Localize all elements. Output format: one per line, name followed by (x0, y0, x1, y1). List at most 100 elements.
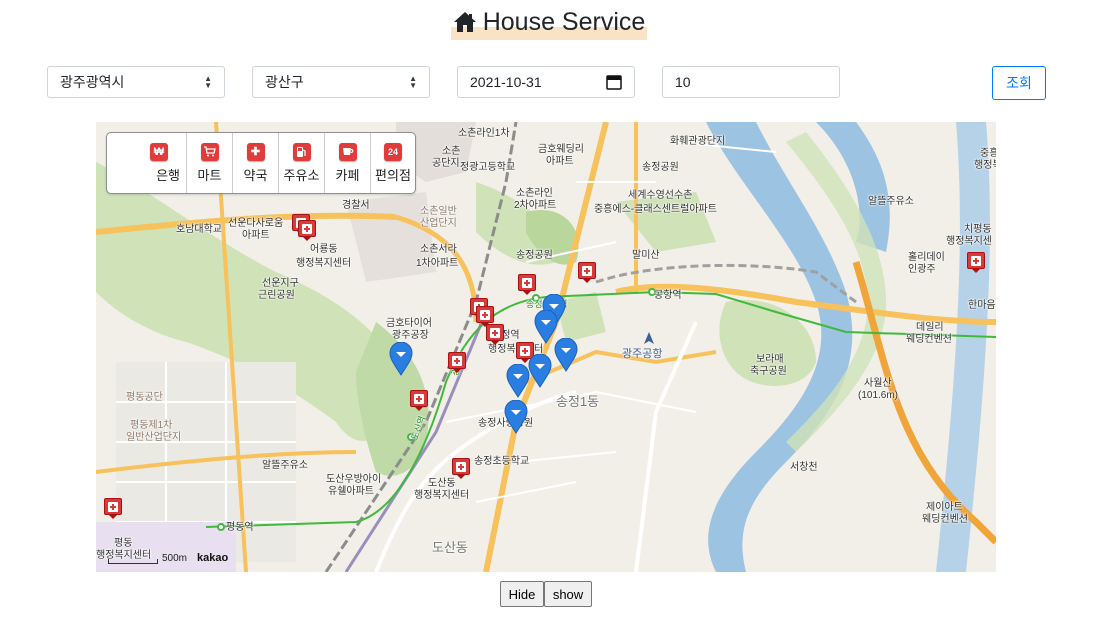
map-label: 선운다사로움 (228, 218, 284, 229)
count-input[interactable]: 10 (662, 66, 840, 98)
calendar-icon[interactable] (606, 74, 622, 90)
category-cafe[interactable]: 카페 (325, 133, 371, 193)
map-label: 도산동 (428, 478, 456, 489)
map-label: 평동공단 (126, 392, 163, 403)
title-wrap: House Service (450, 6, 648, 40)
category-label: 카페 (335, 167, 360, 183)
district-select[interactable]: 광산구 ▲ ▼ (252, 66, 430, 98)
city-select[interactable]: 광주광역시 ▲ ▼ (47, 66, 225, 98)
map-label: 선운지구 (262, 278, 299, 289)
pharmacy-marker[interactable] (448, 352, 466, 373)
city-select-value: 광주광역시 (60, 74, 125, 90)
map-label: 광주공장 (392, 330, 429, 341)
map-label: 도산우방아이 (326, 474, 382, 485)
kakao-logo: kakao (197, 552, 229, 564)
house-icon (453, 12, 476, 32)
map-label: 근린공원 (258, 290, 295, 301)
map-label: 송정공원 (516, 250, 553, 261)
house-marker[interactable] (506, 364, 530, 398)
show-button[interactable]: show (544, 581, 592, 607)
map-label: 화훼관광단지 (670, 136, 726, 147)
map-label: 공단지 (432, 158, 460, 169)
map-label: 중흥에스-클래스센트럴아파트 (594, 204, 717, 215)
pharmacy-marker[interactable] (104, 498, 122, 519)
map-label: 제이아트 (926, 502, 963, 513)
map-label: 데일리 (916, 322, 944, 333)
map-label: 중흥 (980, 148, 996, 159)
map-label: 어룡동 (310, 244, 338, 255)
map-label: 유쉘아파트 (328, 486, 374, 497)
map-label: 아파트 (242, 230, 270, 241)
convenience-store-icon: 24 (384, 142, 402, 161)
house-marker[interactable] (504, 400, 528, 434)
hide-button[interactable]: Hide (500, 581, 544, 607)
query-button[interactable]: 조회 (992, 66, 1046, 100)
map-label: (101.6m) (858, 390, 899, 401)
category-label: 은행 (156, 167, 180, 183)
map[interactable]: 소촌라인1차 소촌 공단지 정광고등학교 금호웨딩리 아파트 화훼관광단지 송정… (96, 122, 996, 572)
map-label: 금호타이어 (386, 318, 432, 329)
select-arrows-icon: ▲ ▼ (409, 74, 417, 90)
map-label: 사월산 (864, 378, 892, 389)
pharmacy-marker[interactable] (476, 306, 494, 327)
map-label: 웨딩컨벤션 (922, 514, 968, 525)
date-input-value: 2021-10-31 (470, 74, 542, 90)
pharmacy-marker[interactable] (518, 274, 536, 295)
scale-label: 500m (162, 553, 188, 564)
select-arrows-icon: ▲ ▼ (204, 74, 212, 90)
count-input-value: 10 (675, 74, 691, 90)
page-title: House Service (482, 8, 646, 36)
cart-icon (200, 142, 219, 161)
map-label: 알뜰주유소 (868, 196, 914, 207)
map-label: 경찰서 (342, 200, 370, 211)
bank-icon: ₩ (150, 142, 168, 161)
map-label: 금호웨딩리 (538, 144, 584, 155)
map-label: 행정복지센터 (414, 490, 470, 501)
date-input[interactable]: 2021-10-31 (457, 66, 635, 98)
map-label: 보라매 (756, 354, 784, 365)
map-label: 소촌라인 (516, 188, 553, 199)
map-label: 행정복지센 (946, 236, 992, 247)
map-label: 산업단지 (420, 218, 457, 229)
pharmacy-marker[interactable] (578, 262, 596, 283)
map-label: 송정초등학교 (474, 456, 530, 467)
category-label: 약국 (243, 167, 268, 183)
map-label: 소촌서라 (420, 244, 457, 255)
map-label: 정광고등학교 (460, 162, 516, 173)
pharmacy-marker[interactable] (298, 220, 316, 241)
map-label: 서창천 (790, 462, 818, 473)
map-label: 축구공원 (750, 366, 787, 377)
map-label: 소촌일반 (420, 206, 457, 217)
pharmacy-marker[interactable] (967, 252, 985, 273)
map-label: 세계수영선수촌 (628, 190, 693, 201)
map-label: 2차아파트 (514, 200, 557, 211)
scale-bar (108, 559, 158, 564)
house-marker[interactable] (528, 354, 552, 388)
map-scale: 500m kakao (108, 552, 228, 564)
category-convenience-store[interactable]: 24 편의점 (371, 133, 415, 193)
map-label: 웨딩컨벤션 (906, 334, 952, 345)
category-gas-station[interactable]: 주유소 (279, 133, 325, 193)
map-label: 송정공원 (642, 162, 679, 173)
map-label: 알뜰주유소 (262, 460, 308, 471)
house-marker[interactable] (389, 342, 413, 376)
map-label: 평동제1차 (130, 420, 173, 431)
map-label: 행정복지센터 (296, 258, 352, 269)
district-select-value: 광산구 (265, 74, 304, 90)
map-label: 한마음 (968, 300, 996, 311)
map-label: 소촌라인1차 (458, 128, 510, 139)
map-label: 도산동 (432, 540, 468, 555)
category-pharmacy[interactable]: ✚ 약국 (233, 133, 279, 193)
house-marker[interactable] (554, 338, 578, 372)
map-label: 행정복 (974, 160, 996, 171)
pharmacy-marker[interactable] (486, 324, 504, 345)
category-label: 주유소 (283, 167, 320, 183)
map-label: 광주공항 (622, 348, 663, 360)
pharmacy-marker[interactable] (452, 458, 470, 479)
pharmacy-marker[interactable] (410, 390, 428, 411)
map-label: 호남대학교 (176, 224, 222, 235)
category-bank[interactable]: ₩ 은행 (107, 133, 187, 193)
category-mart[interactable]: 마트 (187, 133, 233, 193)
map-label: 일반산업단지 (126, 432, 182, 443)
pharmacy-icon: ✚ (246, 142, 265, 161)
